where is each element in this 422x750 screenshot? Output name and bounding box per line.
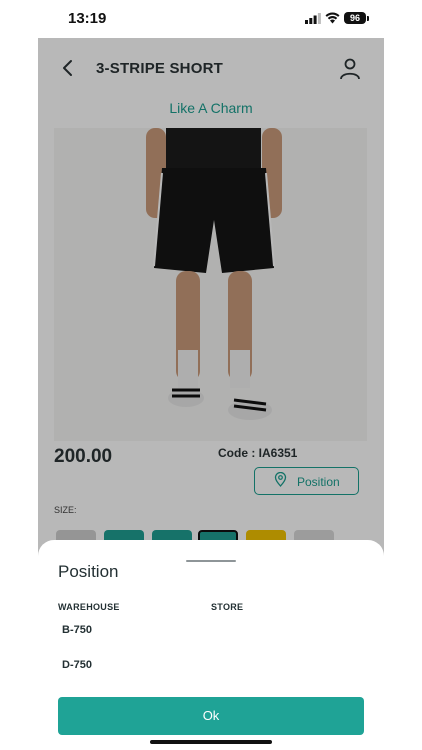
ok-button[interactable]: Ok xyxy=(58,697,364,735)
warehouse-cell: D-750 xyxy=(62,659,92,671)
column-header-warehouse: WAREHOUSE xyxy=(58,602,120,612)
warehouse-cell: B-750 xyxy=(62,624,92,636)
home-indicator xyxy=(150,740,272,744)
position-bottom-sheet: Position WAREHOUSE STORE B-750 D-750 Ok xyxy=(38,540,384,750)
battery-icon: 96 xyxy=(344,12,366,24)
battery-tip xyxy=(367,16,369,21)
column-header-store: STORE xyxy=(211,602,244,612)
status-time: 13:19 xyxy=(68,10,107,27)
cellular-signal-icon xyxy=(305,13,321,24)
sheet-title: Position xyxy=(58,562,119,581)
wifi-icon xyxy=(325,12,340,24)
drag-handle[interactable] xyxy=(186,560,236,562)
status-bar: 13:19 96 xyxy=(0,0,422,38)
